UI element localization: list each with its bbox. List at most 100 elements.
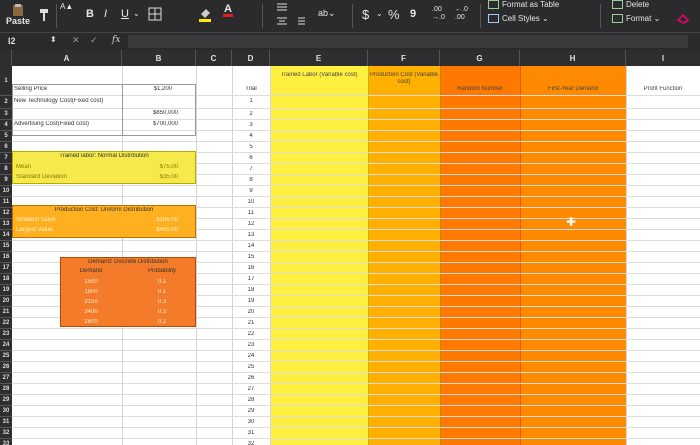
- cell-styles-button[interactable]: Cell Styles ⌄: [488, 14, 549, 23]
- row-header[interactable]: 32: [0, 428, 12, 439]
- row-header[interactable]: 23: [0, 329, 12, 340]
- column-header-b[interactable]: B: [122, 50, 196, 66]
- select-all-corner[interactable]: [0, 50, 12, 66]
- name-box[interactable]: I2: [8, 36, 16, 46]
- probability-value[interactable]: 0.1: [130, 279, 194, 286]
- increase-decimal-button[interactable]: .00 →.0: [432, 6, 452, 22]
- fill-color-icon[interactable]: [198, 6, 212, 22]
- row-header[interactable]: 9: [0, 175, 12, 186]
- demand-value[interactable]: 1500: [60, 279, 122, 286]
- formula-input[interactable]: [128, 35, 688, 48]
- column-header-g[interactable]: G: [440, 50, 520, 66]
- excel-window: Paste A▲ B I U ⌄ A ab⌄ $ ⌄ % 9 .00 →.0 ←…: [0, 0, 700, 445]
- trial-number: 11: [247, 210, 255, 216]
- column-header-d[interactable]: D: [232, 50, 270, 66]
- trial-number: 8: [249, 177, 253, 183]
- smallest-value[interactable]: $185.00: [122, 217, 178, 224]
- row-header[interactable]: 3: [0, 109, 12, 120]
- borders-icon[interactable]: [148, 7, 162, 21]
- row-header[interactable]: 6: [0, 142, 12, 153]
- name-box-chevron-icon[interactable]: ⬍: [50, 35, 57, 44]
- row-header[interactable]: 12: [0, 208, 12, 219]
- row-header[interactable]: 31: [0, 417, 12, 428]
- row-header[interactable]: 22: [0, 318, 12, 329]
- row-header[interactable]: 33: [0, 439, 12, 445]
- probability-value[interactable]: 0.3: [130, 309, 194, 316]
- column-header-i[interactable]: I: [626, 50, 700, 66]
- row-header[interactable]: 21: [0, 307, 12, 318]
- row-header[interactable]: 10: [0, 186, 12, 197]
- cancel-icon[interactable]: ✕: [72, 35, 80, 46]
- sd-value[interactable]: $35.00: [122, 174, 178, 181]
- demand-value[interactable]: 2150: [60, 299, 122, 306]
- row-header[interactable]: 27: [0, 373, 12, 384]
- chevron-down-icon[interactable]: ⌄: [133, 9, 140, 18]
- row-header[interactable]: 25: [0, 351, 12, 362]
- probability-value[interactable]: 0.2: [130, 319, 194, 326]
- row-header[interactable]: 13: [0, 219, 12, 230]
- row-header[interactable]: 18: [0, 274, 12, 285]
- column-header-c[interactable]: C: [196, 50, 232, 66]
- smallest-label: Smallest Value: [16, 217, 56, 223]
- font-color-icon[interactable]: A: [223, 4, 233, 17]
- row-header[interactable]: 15: [0, 241, 12, 252]
- selling-price-value[interactable]: $1,200: [122, 86, 172, 93]
- column-header-f[interactable]: F: [368, 50, 440, 66]
- row-header[interactable]: 28: [0, 384, 12, 395]
- eraser-icon[interactable]: [676, 12, 690, 24]
- row-header[interactable]: 5: [0, 131, 12, 142]
- row-header[interactable]: 29: [0, 395, 12, 406]
- first-year-demand-header: First-Year Demand: [547, 86, 599, 92]
- column-header-a[interactable]: A: [12, 50, 122, 66]
- tech-cost-value[interactable]: $850,000: [122, 110, 178, 117]
- percent-button[interactable]: %: [388, 7, 400, 22]
- decrease-decimal-button[interactable]: ←.0 .00: [455, 6, 475, 22]
- demand-value[interactable]: 1600: [60, 289, 122, 296]
- row-gridline: [12, 438, 700, 439]
- underline-button[interactable]: U: [121, 8, 129, 20]
- italic-button[interactable]: I: [104, 8, 107, 20]
- orientation-icon[interactable]: ab⌄: [318, 8, 336, 19]
- row-header[interactable]: 16: [0, 252, 12, 263]
- column-header-e[interactable]: E: [270, 50, 368, 66]
- confirm-icon[interactable]: ✓: [90, 35, 98, 46]
- indent-icon[interactable]: [294, 16, 306, 28]
- row-header[interactable]: 7: [0, 153, 12, 164]
- delete-icon: [612, 0, 623, 9]
- format-as-table-button[interactable]: Format as Table: [488, 0, 559, 9]
- row-header[interactable]: 2: [0, 96, 12, 109]
- bold-button[interactable]: B: [86, 8, 94, 20]
- row-header[interactable]: 30: [0, 406, 12, 417]
- chevron-down-icon[interactable]: ⌄: [376, 9, 383, 18]
- paste-button[interactable]: Paste: [6, 4, 30, 26]
- row-header[interactable]: 14: [0, 230, 12, 241]
- demand-value[interactable]: 2600: [60, 319, 122, 326]
- column-header-h[interactable]: H: [520, 50, 626, 66]
- currency-button[interactable]: $: [362, 7, 369, 22]
- row-header[interactable]: 8: [0, 164, 12, 175]
- align-center-icon[interactable]: [276, 16, 288, 28]
- comma-style-button[interactable]: 9: [410, 8, 416, 20]
- row-header[interactable]: 19: [0, 285, 12, 296]
- align-top-icon[interactable]: [276, 2, 288, 14]
- largest-value[interactable]: $455.00: [122, 227, 178, 234]
- trial-number: 30: [247, 419, 255, 425]
- row-header[interactable]: 17: [0, 263, 12, 274]
- row-header[interactable]: 26: [0, 362, 12, 373]
- advertising-value[interactable]: $700,000: [122, 121, 178, 128]
- font-size-up-icon[interactable]: A▲: [60, 2, 73, 11]
- fx-icon[interactable]: fx: [112, 35, 120, 45]
- demand-value[interactable]: 2400: [60, 309, 122, 316]
- row-header[interactable]: 11: [0, 197, 12, 208]
- probability-value[interactable]: 0.1: [130, 289, 194, 296]
- row-header[interactable]: 1: [0, 66, 12, 96]
- trial-number: 16: [247, 265, 255, 271]
- row-header[interactable]: 4: [0, 120, 12, 131]
- mean-value[interactable]: $75.00: [122, 164, 178, 171]
- row-header[interactable]: 24: [0, 340, 12, 351]
- row-header[interactable]: 20: [0, 296, 12, 307]
- delete-button[interactable]: Delete: [612, 0, 649, 9]
- format-painter-icon[interactable]: [38, 8, 50, 22]
- probability-value[interactable]: 0.3: [130, 299, 194, 306]
- format-button[interactable]: Format ⌄: [612, 14, 660, 23]
